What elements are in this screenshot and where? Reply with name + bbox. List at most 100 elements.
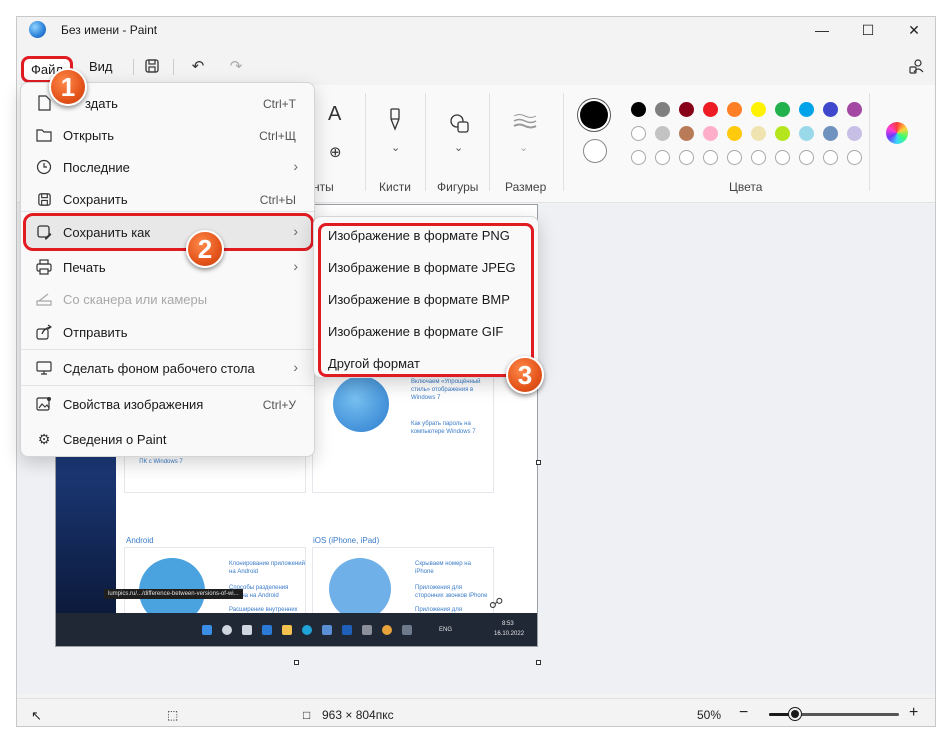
redo-icon[interactable]: ↷	[225, 55, 247, 77]
chevron-down-icon[interactable]: ⌄	[454, 141, 463, 154]
file-menu-item-set-wallpaper[interactable]: Сделать фоном рабочего стола ›	[25, 352, 312, 384]
file-menu-item-recent[interactable]: Последние ›	[25, 151, 312, 183]
custom-color-slot[interactable]	[751, 150, 766, 165]
zoom-slider-thumb[interactable]	[789, 708, 801, 720]
color-swatch[interactable]	[751, 126, 766, 141]
secondary-color-swatch[interactable]	[583, 139, 607, 163]
zoom-slider-track[interactable]	[769, 708, 899, 720]
save-as-gif[interactable]: Изображение в формате GIF	[328, 324, 503, 354]
toolbar-separator	[133, 59, 134, 75]
resize-handle[interactable]	[294, 660, 299, 665]
status-bar: ↖ ⬚ □ 963 × 804пкс 50% − +	[17, 698, 935, 726]
save-as-jpeg[interactable]: Изображение в формате JPEG	[328, 260, 516, 290]
explorer-icon	[282, 625, 292, 635]
minimize-icon: —	[815, 22, 829, 38]
custom-color-slot[interactable]	[703, 150, 718, 165]
custom-color-slot[interactable]	[679, 150, 694, 165]
size-icon[interactable]	[513, 113, 537, 134]
chevron-right-icon: ›	[293, 223, 298, 239]
color-swatch[interactable]	[847, 126, 862, 141]
custom-color-slot[interactable]	[847, 150, 862, 165]
resize-handle[interactable]	[536, 460, 541, 465]
save-as-icon	[35, 223, 53, 241]
canvas-size-icon: □	[303, 708, 311, 722]
chrome-icon	[382, 625, 392, 635]
file-menu-label: Сохранить как	[63, 225, 151, 240]
color-swatch[interactable]	[679, 126, 694, 141]
color-swatch[interactable]	[751, 102, 766, 117]
file-menu-label: Сведения о Paint	[63, 432, 167, 447]
custom-color-slot[interactable]	[775, 150, 790, 165]
chevron-right-icon: ›	[293, 258, 298, 274]
file-menu-label: Открыть	[63, 128, 115, 143]
minimize-button[interactable]: —	[799, 17, 845, 43]
title-bar: Без имени - Paint — ☐ ✕	[17, 17, 935, 43]
image-taskbar: ENG 8:53 16.10.2022	[56, 613, 537, 646]
color-swatch[interactable]	[631, 102, 646, 117]
color-swatch[interactable]	[775, 102, 790, 117]
undo-icon[interactable]: ↶	[187, 55, 209, 77]
maximize-icon: ☐	[861, 21, 875, 38]
text-tool-icon[interactable]: A	[328, 103, 341, 126]
custom-color-slot[interactable]	[631, 150, 646, 165]
account-icon[interactable]	[905, 55, 927, 77]
color-swatch[interactable]	[823, 102, 838, 117]
save-as-png[interactable]: Изображение в формате PNG	[328, 228, 510, 258]
resize-handle[interactable]	[536, 660, 541, 665]
save-icon[interactable]	[141, 55, 163, 77]
close-button[interactable]: ✕	[891, 17, 935, 43]
color-swatch[interactable]	[727, 102, 742, 117]
ribbon-separator	[869, 93, 870, 191]
brush-icon[interactable]	[387, 107, 403, 136]
zoom-in-icon[interactable]: +	[909, 704, 918, 722]
color-swatch[interactable]	[703, 102, 718, 117]
chevron-down-icon[interactable]: ⌄	[519, 141, 528, 154]
maximize-button[interactable]: ☐	[845, 17, 891, 43]
color-swatch[interactable]	[679, 102, 694, 117]
color-swatch[interactable]	[631, 126, 646, 141]
color-swatch[interactable]	[799, 102, 814, 117]
file-menu-item-image-properties[interactable]: Свойства изображения Ctrl+У	[25, 388, 312, 420]
zoom-out-icon[interactable]: −	[739, 704, 748, 722]
custom-color-slot[interactable]	[655, 150, 670, 165]
color-swatch[interactable]	[727, 126, 742, 141]
color-swatch[interactable]	[823, 126, 838, 141]
color-swatch[interactable]	[799, 126, 814, 141]
save-as-other-format[interactable]: Другой формат	[328, 356, 420, 386]
custom-color-slot[interactable]	[799, 150, 814, 165]
app-icon	[402, 625, 412, 635]
magnifier-icon[interactable]: ⊕	[329, 143, 342, 161]
file-menu-item-send[interactable]: Отправить	[25, 316, 312, 348]
shapes-icon[interactable]	[449, 113, 471, 140]
file-menu-item-about[interactable]: ⚙ Сведения о Paint	[25, 423, 312, 455]
menu-view[interactable]: Вид	[89, 59, 113, 74]
menu-separator	[21, 211, 314, 212]
file-menu-label: Сохранить	[63, 192, 128, 207]
file-menu-item-print[interactable]: Печать ›	[25, 251, 312, 283]
widgets-icon	[262, 625, 272, 635]
file-menu-shortcut: Ctrl+T	[263, 97, 296, 111]
primary-color-swatch[interactable]	[580, 101, 608, 129]
color-swatch[interactable]	[655, 102, 670, 117]
file-menu-label: Отправить	[63, 325, 128, 340]
chevron-down-icon[interactable]: ⌄	[391, 141, 400, 154]
save-as-bmp[interactable]: Изображение в формате BMP	[328, 292, 510, 322]
folder-open-icon	[35, 126, 53, 144]
file-menu-item-save-as[interactable]: Сохранить как ›	[23, 213, 314, 251]
cursor-position-icon: ↖	[31, 708, 42, 723]
edit-colors-icon[interactable]	[886, 122, 908, 144]
file-menu-item-scanner: Со сканера или камеры	[25, 283, 312, 315]
custom-color-slot[interactable]	[823, 150, 838, 165]
edge-icon	[302, 625, 312, 635]
step-badge: 1	[49, 68, 87, 106]
iphone-illustration-icon	[329, 558, 391, 620]
color-swatch[interactable]	[775, 126, 790, 141]
file-menu-item-open[interactable]: Открыть Ctrl+Щ	[25, 119, 312, 151]
color-swatch[interactable]	[655, 126, 670, 141]
size-group-label: Размер	[505, 180, 547, 194]
color-swatch[interactable]	[847, 102, 862, 117]
custom-color-slot[interactable]	[727, 150, 742, 165]
zoom-percent[interactable]: 50%	[697, 708, 721, 722]
color-swatch[interactable]	[703, 126, 718, 141]
save-icon	[35, 190, 53, 208]
